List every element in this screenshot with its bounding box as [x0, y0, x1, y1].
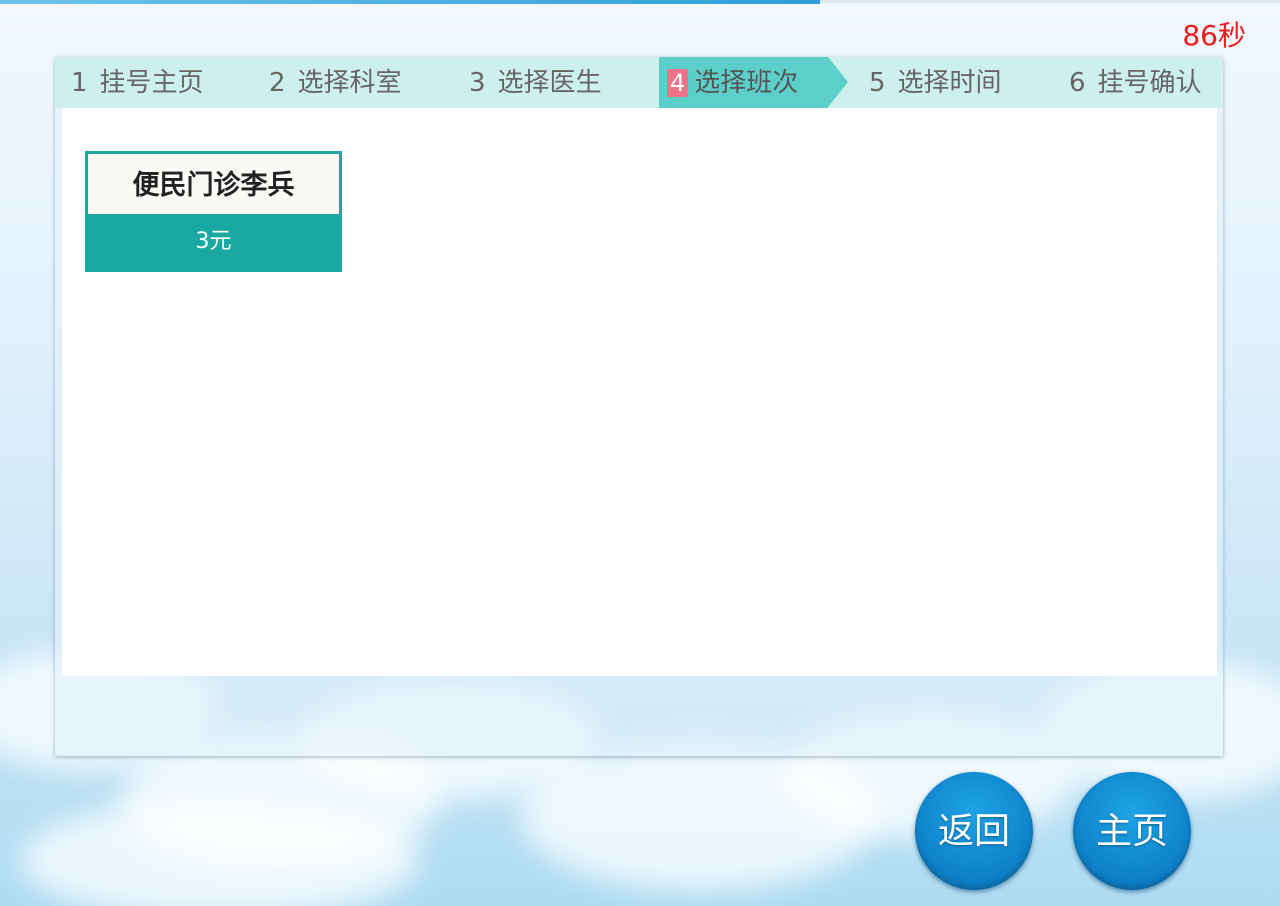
step-number: 3 — [469, 68, 486, 98]
schedule-card[interactable]: 便民门诊李兵 3元 — [85, 151, 342, 272]
top-divider — [820, 0, 1280, 3]
schedule-card-name: 便民门诊李兵 — [132, 170, 295, 201]
home-button[interactable]: 主页 — [1073, 772, 1191, 890]
step-progress-bar: 1 挂号主页 2 选择科室 3 选择医生 4 选择班次 5 选择时间 6 挂号确认 — [55, 57, 1223, 108]
step-label: 选择科室 — [297, 68, 402, 98]
schedule-list-area: 便民门诊李兵 3元 — [62, 108, 1217, 676]
step-label: 选择班次 — [694, 68, 799, 98]
step-3: 3 选择医生 — [469, 57, 602, 108]
back-button[interactable]: 返回 — [915, 772, 1033, 890]
countdown-timer: 86秒 — [1182, 19, 1246, 52]
step-number: 1 — [71, 68, 88, 98]
step-2: 2 选择科室 — [269, 57, 402, 108]
step-label: 挂号确认 — [1097, 68, 1202, 98]
step-1: 1 挂号主页 — [71, 57, 204, 108]
main-panel: 1 挂号主页 2 选择科室 3 选择医生 4 选择班次 5 选择时间 6 挂号确认 便民门诊… — [55, 57, 1223, 756]
schedule-card-price: 3元 — [88, 214, 339, 269]
step-label: 选择医生 — [497, 68, 602, 98]
step-number: 5 — [869, 68, 886, 98]
step-label: 选择时间 — [897, 68, 1002, 98]
step-label: 挂号主页 — [99, 68, 204, 98]
step-5: 5 选择时间 — [869, 57, 1002, 108]
step-number: 2 — [269, 68, 286, 98]
step-number-badge: 4 — [667, 69, 689, 97]
step-number: 6 — [1069, 68, 1086, 98]
top-accent-bar — [0, 0, 820, 4]
step-6: 6 挂号确认 — [1069, 57, 1202, 108]
step-4-active: 4 选择班次 — [659, 57, 849, 108]
